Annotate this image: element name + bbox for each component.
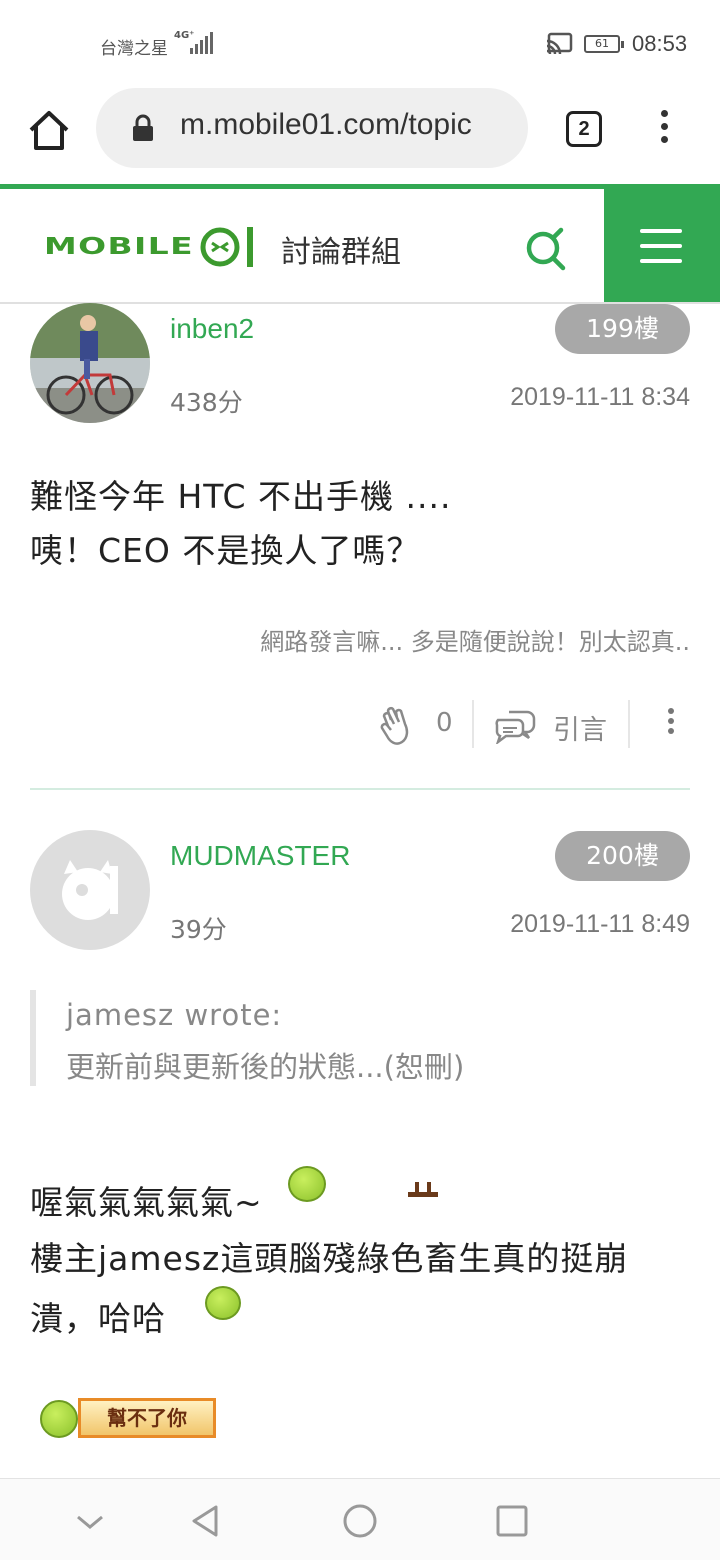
emoticon-banner: 幫不了你 xyxy=(78,1398,216,1438)
action-divider xyxy=(472,700,474,748)
user-score: 438分 xyxy=(170,388,243,417)
site-header: MOBILE 討論群組 xyxy=(0,184,720,304)
quote-button-label[interactable]: 引言 xyxy=(553,708,607,747)
quote-icon[interactable] xyxy=(494,708,536,744)
avatar[interactable] xyxy=(30,303,150,423)
status-bar: 台灣之星 4G⁺ 61 08:53 xyxy=(0,0,720,88)
quoted-reply[interactable]: jamesz wrote: 更新前與更新後的狀態...(恕刪) xyxy=(30,990,670,1086)
username[interactable]: MUDMASTER xyxy=(170,840,350,872)
post-text-line: 難怪今年 HTC 不出手機 .... xyxy=(30,477,452,516)
post-date: 2019-11-11 8:34 xyxy=(510,383,690,411)
section-title: 討論群組 xyxy=(281,235,401,270)
lock-icon xyxy=(133,114,153,141)
avatar-photo-cyclist xyxy=(30,303,150,423)
system-navigation-bar xyxy=(0,1478,720,1560)
floor-badge: 199樓 xyxy=(555,304,690,354)
tab-switcher-button[interactable]: 2 xyxy=(566,111,602,147)
avatar-default[interactable] xyxy=(30,830,150,950)
search-icon[interactable] xyxy=(522,225,568,271)
mobile01-logo[interactable]: MOBILE xyxy=(44,223,256,269)
clap-icon[interactable] xyxy=(378,706,418,746)
like-count: 0 xyxy=(436,708,453,738)
more-options-icon[interactable] xyxy=(666,704,676,748)
help-emoticon-icon xyxy=(40,1400,78,1438)
floor-badge: 200樓 xyxy=(555,831,690,881)
hamburger-menu-button[interactable] xyxy=(604,189,720,302)
quote-author: jamesz wrote: xyxy=(66,998,283,1032)
url-text[interactable]: m.mobile01.com/topic xyxy=(180,108,472,142)
post-text-line: 喔氣氣氣氣氣~ xyxy=(30,1183,263,1222)
address-bar[interactable]: m.mobile01.com/topic xyxy=(96,88,528,168)
user-score: 39分 xyxy=(170,915,227,944)
browser-menu-icon[interactable] xyxy=(646,104,682,154)
svg-text:MOBILE: MOBILE xyxy=(44,234,194,260)
back-icon[interactable] xyxy=(186,1501,226,1541)
recents-icon[interactable] xyxy=(492,1501,532,1541)
small-emoticon-icon xyxy=(408,1182,438,1197)
quote-text: 更新前與更新後的狀態...(恕刪) xyxy=(66,1050,465,1084)
post-actions: 0 引言 xyxy=(0,690,720,760)
post-date: 2019-11-11 8:49 xyxy=(510,910,690,938)
annoyed-emoticon-icon xyxy=(288,1166,326,1202)
default-avatar-icon xyxy=(62,860,118,920)
post-text-line: 潰，哈哈 xyxy=(30,1299,166,1338)
clock: 08:53 xyxy=(632,31,688,56)
browser-toolbar: m.mobile01.com/topic 2 xyxy=(0,88,720,184)
home-circle-icon[interactable] xyxy=(340,1501,380,1541)
laughing-emoticon-icon xyxy=(205,1286,241,1320)
post-divider xyxy=(30,788,690,790)
post-text-line: 咦！CEO 不是換人了嗎？ xyxy=(30,531,421,570)
post-text-line: 樓主jamesz這頭腦殘綠色畜生真的挺崩 xyxy=(30,1239,629,1278)
user-signature: 網路發言嘛... 多是隨便說說！別太認真.. xyxy=(260,628,690,656)
home-icon[interactable] xyxy=(24,106,74,156)
signal-icon xyxy=(190,32,216,54)
collapse-chevron-icon[interactable] xyxy=(70,1501,110,1541)
carrier-name: 台灣之星 xyxy=(100,39,168,59)
cast-icon xyxy=(546,32,573,54)
action-divider xyxy=(628,700,630,748)
battery-icon: 61 xyxy=(584,35,624,53)
username[interactable]: inben2 xyxy=(170,313,254,345)
